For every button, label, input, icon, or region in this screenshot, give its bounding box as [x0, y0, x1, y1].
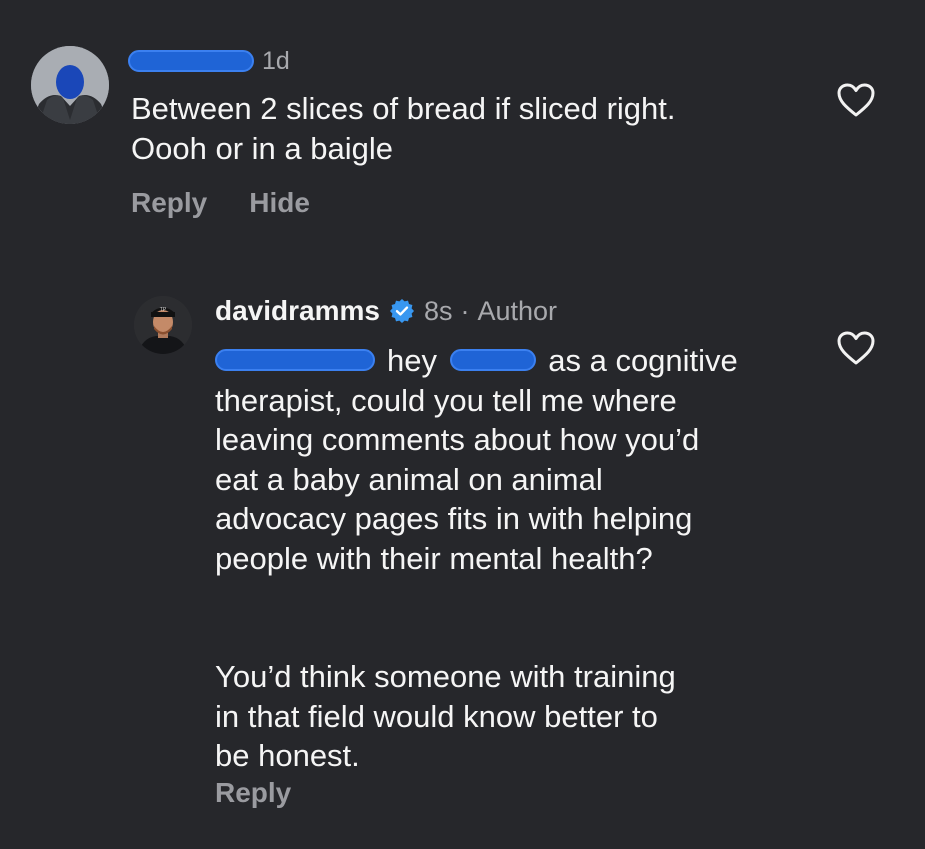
author-avatar[interactable]: TP: [134, 296, 192, 354]
comment-timestamp: 1d: [262, 47, 290, 75]
reply-line-rest: as a cognitive: [548, 343, 738, 378]
comment-text: Between 2 slices of bread if sliced righ…: [131, 89, 811, 169]
heart-outline-icon: [837, 83, 875, 117]
reply-paragraph-2: You’d think someone with training in tha…: [215, 657, 805, 776]
author-username[interactable]: davidramms: [215, 295, 380, 327]
reply-text-line: be honest.: [215, 738, 360, 773]
reply-header: davidramms 8s · Author: [215, 295, 557, 327]
reply-timestamp: 8s: [423, 295, 453, 326]
reply-actions: Reply: [215, 777, 291, 809]
reply-text: hey as a cognitive therapist, could you …: [215, 341, 805, 776]
mention-redacted[interactable]: [215, 348, 375, 371]
name-redacted: [449, 348, 536, 371]
reply-text-line: You’d think someone with training: [215, 659, 676, 694]
author-label: Author: [477, 295, 558, 326]
comments-thread: 1d Between 2 slices of bread if sliced r…: [0, 0, 925, 849]
meta-separator: ·: [460, 295, 470, 326]
reply-text-line: hey as a cognitive: [215, 341, 805, 381]
verified-badge-icon: [389, 298, 415, 324]
reply-text-line: in that field would know better to: [215, 698, 658, 734]
commenter-avatar-image: [31, 46, 109, 124]
reply-like-button[interactable]: [836, 330, 876, 366]
reply-text-line: advocacy pages fits in with helping: [215, 501, 693, 536]
reply-text-line: therapist, could you tell me where: [215, 382, 677, 418]
comment-reply-button[interactable]: Reply: [131, 187, 207, 219]
comment-text-line: Oooh or in a baigle: [131, 131, 393, 166]
commenter-avatar[interactable]: [31, 46, 109, 124]
reply-reply-button[interactable]: Reply: [215, 777, 291, 808]
reply-text-line: leaving comments about how you’d: [215, 422, 700, 457]
reply-text-line: people with their mental health?: [215, 540, 653, 576]
reply-text-line: eat a baby animal on animal: [215, 461, 603, 497]
reply-word: hey: [387, 343, 437, 378]
svg-text:TP: TP: [160, 307, 167, 313]
comment-text-line: Between 2 slices of bread if sliced righ…: [131, 91, 676, 126]
commenter-username-redacted[interactable]: [128, 50, 254, 72]
comment-actions: Reply Hide: [131, 187, 310, 219]
comment-hide-button[interactable]: Hide: [249, 187, 310, 219]
comment-like-button[interactable]: [836, 82, 876, 118]
heart-outline-icon: [837, 331, 875, 365]
author-avatar-image: TP: [134, 296, 192, 354]
